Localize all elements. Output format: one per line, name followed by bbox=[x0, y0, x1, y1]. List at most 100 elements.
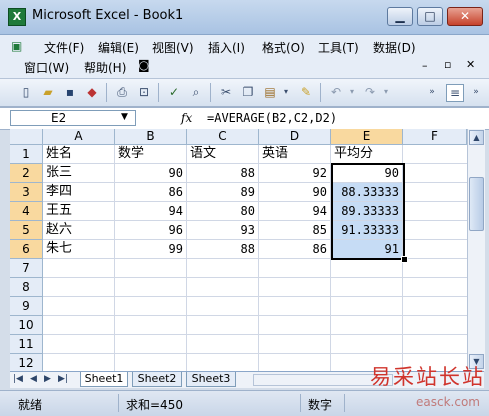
prev-sheet-icon[interactable]: ◀ bbox=[30, 374, 37, 384]
cell-e2[interactable]: 90 bbox=[331, 164, 403, 183]
print-icon[interactable]: ⎙ bbox=[114, 84, 130, 100]
doc-minimize-icon[interactable]: – bbox=[422, 59, 428, 72]
row-header-4[interactable]: 4 bbox=[10, 202, 43, 221]
row-header-3[interactable]: 3 bbox=[10, 183, 43, 202]
toolbar-options-icon-2[interactable]: » bbox=[468, 84, 484, 100]
close-button[interactable]: ✕ bbox=[447, 7, 483, 26]
column-f-cells[interactable] bbox=[403, 145, 467, 259]
minimize-button[interactable]: ▁ bbox=[387, 7, 413, 26]
open-icon[interactable]: ▰ bbox=[40, 84, 56, 100]
undo-icon[interactable]: ↶ bbox=[328, 84, 344, 100]
cell-d1[interactable]: 英语 bbox=[259, 145, 331, 164]
column-header-b[interactable]: B bbox=[115, 129, 187, 145]
copy-icon[interactable]: ❐ bbox=[240, 84, 256, 100]
sheet-tab-sheet2[interactable]: Sheet2 bbox=[132, 372, 182, 387]
cell-b3[interactable]: 86 bbox=[115, 183, 187, 202]
cell-a4[interactable]: 王五 bbox=[43, 202, 115, 221]
toolbar-options-icon[interactable]: » bbox=[424, 84, 440, 100]
cell-d6[interactable]: 86 bbox=[259, 240, 331, 259]
menu-tools[interactable]: 工具(T) bbox=[318, 39, 359, 56]
cell-c5[interactable]: 93 bbox=[187, 221, 259, 240]
scroll-up-button[interactable]: ▲ bbox=[469, 130, 484, 145]
research-icon[interactable]: ⌕ bbox=[188, 84, 204, 100]
camera-icon[interactable]: ◙ bbox=[138, 58, 150, 72]
column-header-e[interactable]: E bbox=[331, 129, 403, 145]
column-header-d[interactable]: D bbox=[259, 129, 331, 145]
cut-icon[interactable]: ✂ bbox=[218, 84, 234, 100]
align-icon[interactable]: ≡ bbox=[446, 84, 464, 102]
row-header-2[interactable]: 2 bbox=[10, 164, 43, 183]
paste-dropdown-icon[interactable]: ▾ bbox=[278, 84, 294, 100]
maximize-button[interactable]: □ bbox=[417, 7, 443, 26]
name-box-dropdown-icon[interactable]: ▼ bbox=[121, 112, 128, 122]
cell-a1[interactable]: 姓名 bbox=[43, 145, 115, 164]
last-sheet-icon[interactable]: ▶| bbox=[58, 374, 68, 384]
doc-restore-icon[interactable]: ▫ bbox=[444, 58, 451, 71]
fill-handle[interactable] bbox=[401, 256, 408, 263]
select-all-corner[interactable] bbox=[10, 129, 43, 145]
cell-c6[interactable]: 88 bbox=[187, 240, 259, 259]
fx-icon[interactable]: fx bbox=[181, 111, 192, 125]
sheet-tab-sheet3[interactable]: Sheet3 bbox=[186, 372, 236, 387]
paste-icon[interactable]: ▤ bbox=[262, 84, 278, 100]
cell-c1[interactable]: 语文 bbox=[187, 145, 259, 164]
vertical-scrollbar[interactable]: ▲ ▼ bbox=[467, 129, 485, 371]
cell-b5[interactable]: 96 bbox=[115, 221, 187, 240]
spelling-icon[interactable]: ✓ bbox=[166, 84, 182, 100]
cell-e4[interactable]: 89.33333 bbox=[331, 202, 403, 221]
row-header-12[interactable]: 12 bbox=[10, 354, 43, 371]
menu-format[interactable]: 格式(O) bbox=[262, 39, 305, 56]
format-painter-icon[interactable]: ✎ bbox=[298, 84, 314, 100]
menu-excel-icon[interactable]: ▣ bbox=[11, 39, 22, 53]
doc-close-icon[interactable]: ✕ bbox=[466, 58, 475, 71]
row-header-6[interactable]: 6 bbox=[10, 240, 43, 259]
menu-edit[interactable]: 编辑(E) bbox=[98, 39, 139, 56]
menu-insert[interactable]: 插入(I) bbox=[208, 39, 245, 56]
cell-c2[interactable]: 88 bbox=[187, 164, 259, 183]
row-header-1[interactable]: 1 bbox=[10, 145, 43, 164]
menu-view[interactable]: 视图(V) bbox=[152, 39, 194, 56]
first-sheet-icon[interactable]: |◀ bbox=[13, 374, 23, 384]
row-header-11[interactable]: 11 bbox=[10, 335, 43, 354]
cell-b1[interactable]: 数学 bbox=[115, 145, 187, 164]
cell-e1[interactable]: 平均分 bbox=[331, 145, 403, 164]
new-icon[interactable]: ▯ bbox=[18, 84, 34, 100]
cell-a5[interactable]: 赵六 bbox=[43, 221, 115, 240]
scroll-thumb[interactable] bbox=[469, 177, 484, 231]
cell-c3[interactable]: 89 bbox=[187, 183, 259, 202]
cell-e5[interactable]: 91.33333 bbox=[331, 221, 403, 240]
menu-help[interactable]: 帮助(H) bbox=[84, 59, 126, 76]
cell-b2[interactable]: 90 bbox=[115, 164, 187, 183]
row-header-5[interactable]: 5 bbox=[10, 221, 43, 240]
cell-d2[interactable]: 92 bbox=[259, 164, 331, 183]
cell-c4[interactable]: 80 bbox=[187, 202, 259, 221]
column-header-c[interactable]: C bbox=[187, 129, 259, 145]
cell-d3[interactable]: 90 bbox=[259, 183, 331, 202]
empty-cells[interactable] bbox=[43, 259, 467, 371]
column-header-f[interactable]: F bbox=[403, 129, 467, 145]
cell-b6[interactable]: 99 bbox=[115, 240, 187, 259]
cell-a3[interactable]: 李四 bbox=[43, 183, 115, 202]
redo-dropdown-icon[interactable]: ▾ bbox=[378, 84, 394, 100]
excel-icon[interactable]: X bbox=[8, 8, 26, 26]
menu-window[interactable]: 窗口(W) bbox=[24, 59, 69, 76]
cell-e6[interactable]: 91 bbox=[331, 240, 403, 259]
row-header-8[interactable]: 8 bbox=[10, 278, 43, 297]
save-icon[interactable]: ▪ bbox=[62, 84, 78, 100]
formula-input[interactable]: =AVERAGE(B2,C2,D2) bbox=[207, 111, 337, 125]
print-preview-icon[interactable]: ⊡ bbox=[136, 84, 152, 100]
column-header-a[interactable]: A bbox=[43, 129, 115, 145]
next-sheet-icon[interactable]: ▶ bbox=[44, 374, 51, 384]
row-header-7[interactable]: 7 bbox=[10, 259, 43, 278]
cell-a2[interactable]: 张三 bbox=[43, 164, 115, 183]
undo-dropdown-icon[interactable]: ▾ bbox=[344, 84, 360, 100]
row-header-9[interactable]: 9 bbox=[10, 297, 43, 316]
permission-icon[interactable]: ◆ bbox=[84, 84, 100, 100]
cell-d5[interactable]: 85 bbox=[259, 221, 331, 240]
sheet-tab-sheet1[interactable]: Sheet1 bbox=[80, 372, 128, 387]
cell-e3[interactable]: 88.33333 bbox=[331, 183, 403, 202]
cell-d4[interactable]: 94 bbox=[259, 202, 331, 221]
menu-file[interactable]: 文件(F) bbox=[44, 39, 84, 56]
cell-b4[interactable]: 94 bbox=[115, 202, 187, 221]
row-header-10[interactable]: 10 bbox=[10, 316, 43, 335]
